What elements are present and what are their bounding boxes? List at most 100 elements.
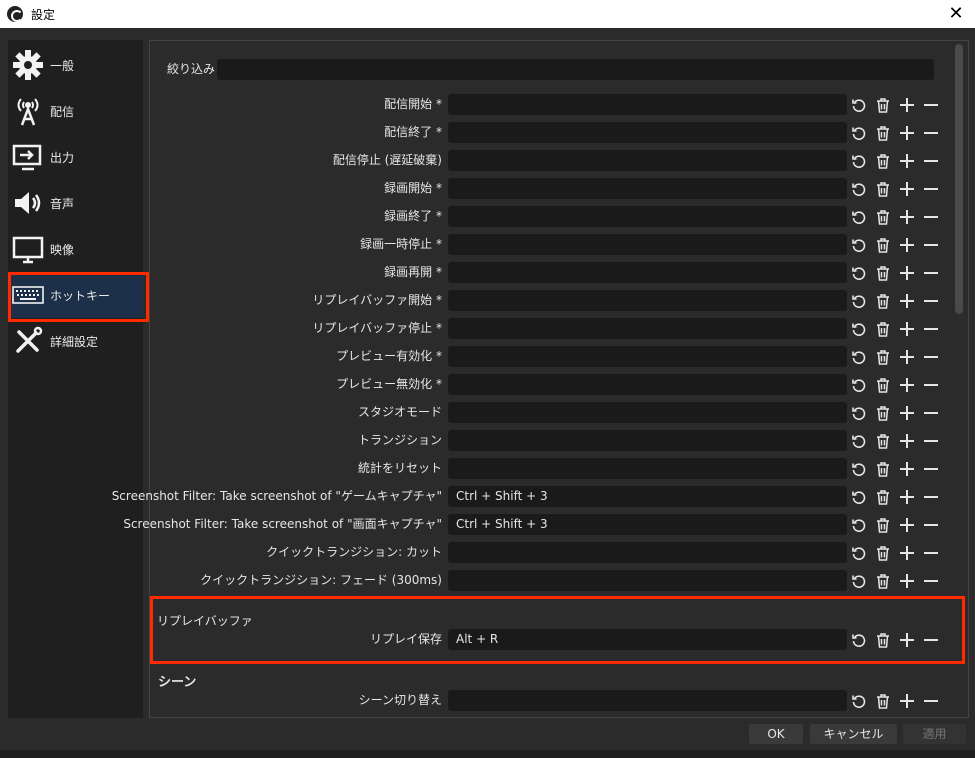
hotkey-input[interactable] <box>448 122 847 143</box>
plus-icon[interactable] <box>898 631 916 649</box>
minus-icon[interactable] <box>922 236 940 254</box>
sidebar-item-video[interactable]: 映像 <box>8 226 143 272</box>
trash-icon[interactable] <box>874 631 892 649</box>
revert-icon[interactable] <box>850 572 868 590</box>
hotkey-input[interactable] <box>448 290 847 311</box>
hotkey-input[interactable] <box>448 458 847 479</box>
sidebar-item-output[interactable]: 出力 <box>8 134 143 180</box>
revert-icon[interactable] <box>850 516 868 534</box>
trash-icon[interactable] <box>874 292 892 310</box>
minus-icon[interactable] <box>922 432 940 450</box>
minus-icon[interactable] <box>922 631 940 649</box>
vertical-scrollbar[interactable] <box>955 44 963 314</box>
trash-icon[interactable] <box>874 404 892 422</box>
trash-icon[interactable] <box>874 432 892 450</box>
minus-icon[interactable] <box>922 516 940 534</box>
revert-icon[interactable] <box>850 208 868 226</box>
sidebar-item-general[interactable]: 一般 <box>8 42 143 88</box>
trash-icon[interactable] <box>874 180 892 198</box>
hotkey-input[interactable] <box>448 178 847 199</box>
plus-icon[interactable] <box>898 236 916 254</box>
sidebar-item-stream[interactable]: 配信 <box>8 88 143 134</box>
plus-icon[interactable] <box>898 96 916 114</box>
minus-icon[interactable] <box>922 488 940 506</box>
cancel-button[interactable]: キャンセル <box>810 724 897 744</box>
minus-icon[interactable] <box>922 544 940 562</box>
plus-icon[interactable] <box>898 376 916 394</box>
minus-icon[interactable] <box>922 264 940 282</box>
minus-icon[interactable] <box>922 692 940 710</box>
hotkey-input[interactable] <box>448 234 847 255</box>
plus-icon[interactable] <box>898 264 916 282</box>
plus-icon[interactable] <box>898 208 916 226</box>
minus-icon[interactable] <box>922 152 940 170</box>
minus-icon[interactable] <box>922 124 940 142</box>
trash-icon[interactable] <box>874 516 892 534</box>
minus-icon[interactable] <box>922 460 940 478</box>
trash-icon[interactable] <box>874 124 892 142</box>
ok-button[interactable]: OK <box>749 724 803 744</box>
plus-icon[interactable] <box>898 348 916 366</box>
revert-icon[interactable] <box>850 152 868 170</box>
revert-icon[interactable] <box>850 292 868 310</box>
trash-icon[interactable] <box>874 208 892 226</box>
filter-input[interactable] <box>217 59 934 80</box>
plus-icon[interactable] <box>898 432 916 450</box>
hotkey-input[interactable] <box>448 94 847 115</box>
trash-icon[interactable] <box>874 488 892 506</box>
sidebar-item-advanced[interactable]: 詳細設定 <box>8 318 143 364</box>
hotkey-input[interactable]: Ctrl + Shift + 3 <box>448 486 847 507</box>
plus-icon[interactable] <box>898 460 916 478</box>
trash-icon[interactable] <box>874 96 892 114</box>
trash-icon[interactable] <box>874 236 892 254</box>
plus-icon[interactable] <box>898 320 916 338</box>
hotkey-input[interactable] <box>448 150 847 171</box>
revert-icon[interactable] <box>850 404 868 422</box>
hotkey-input[interactable] <box>448 690 847 711</box>
plus-icon[interactable] <box>898 516 916 534</box>
minus-icon[interactable] <box>922 376 940 394</box>
hotkey-input[interactable] <box>448 346 847 367</box>
minus-icon[interactable] <box>922 292 940 310</box>
minus-icon[interactable] <box>922 404 940 422</box>
revert-icon[interactable] <box>850 631 868 649</box>
plus-icon[interactable] <box>898 488 916 506</box>
trash-icon[interactable] <box>874 460 892 478</box>
plus-icon[interactable] <box>898 572 916 590</box>
hotkey-input[interactable] <box>448 374 847 395</box>
plus-icon[interactable] <box>898 544 916 562</box>
revert-icon[interactable] <box>850 460 868 478</box>
revert-icon[interactable] <box>850 544 868 562</box>
trash-icon[interactable] <box>874 348 892 366</box>
revert-icon[interactable] <box>850 376 868 394</box>
hotkey-input[interactable] <box>448 542 847 563</box>
minus-icon[interactable] <box>922 572 940 590</box>
minus-icon[interactable] <box>922 96 940 114</box>
hotkey-input[interactable] <box>448 430 847 451</box>
trash-icon[interactable] <box>874 544 892 562</box>
hotkey-input[interactable] <box>448 262 847 283</box>
revert-icon[interactable] <box>850 432 868 450</box>
plus-icon[interactable] <box>898 152 916 170</box>
hotkey-input[interactable] <box>448 318 847 339</box>
revert-icon[interactable] <box>850 692 868 710</box>
trash-icon[interactable] <box>874 572 892 590</box>
minus-icon[interactable] <box>922 348 940 366</box>
revert-icon[interactable] <box>850 264 868 282</box>
revert-icon[interactable] <box>850 96 868 114</box>
trash-icon[interactable] <box>874 152 892 170</box>
revert-icon[interactable] <box>850 180 868 198</box>
minus-icon[interactable] <box>922 180 940 198</box>
plus-icon[interactable] <box>898 404 916 422</box>
hotkey-input[interactable]: Ctrl + Shift + 3 <box>448 514 847 535</box>
revert-icon[interactable] <box>850 124 868 142</box>
trash-icon[interactable] <box>874 692 892 710</box>
trash-icon[interactable] <box>874 320 892 338</box>
apply-button[interactable]: 適用 <box>903 724 966 744</box>
hotkey-input[interactable] <box>448 570 847 591</box>
close-icon[interactable]: ✕ <box>945 3 967 25</box>
plus-icon[interactable] <box>898 692 916 710</box>
sidebar-item-audio[interactable]: 音声 <box>8 180 143 226</box>
revert-icon[interactable] <box>850 348 868 366</box>
minus-icon[interactable] <box>922 208 940 226</box>
